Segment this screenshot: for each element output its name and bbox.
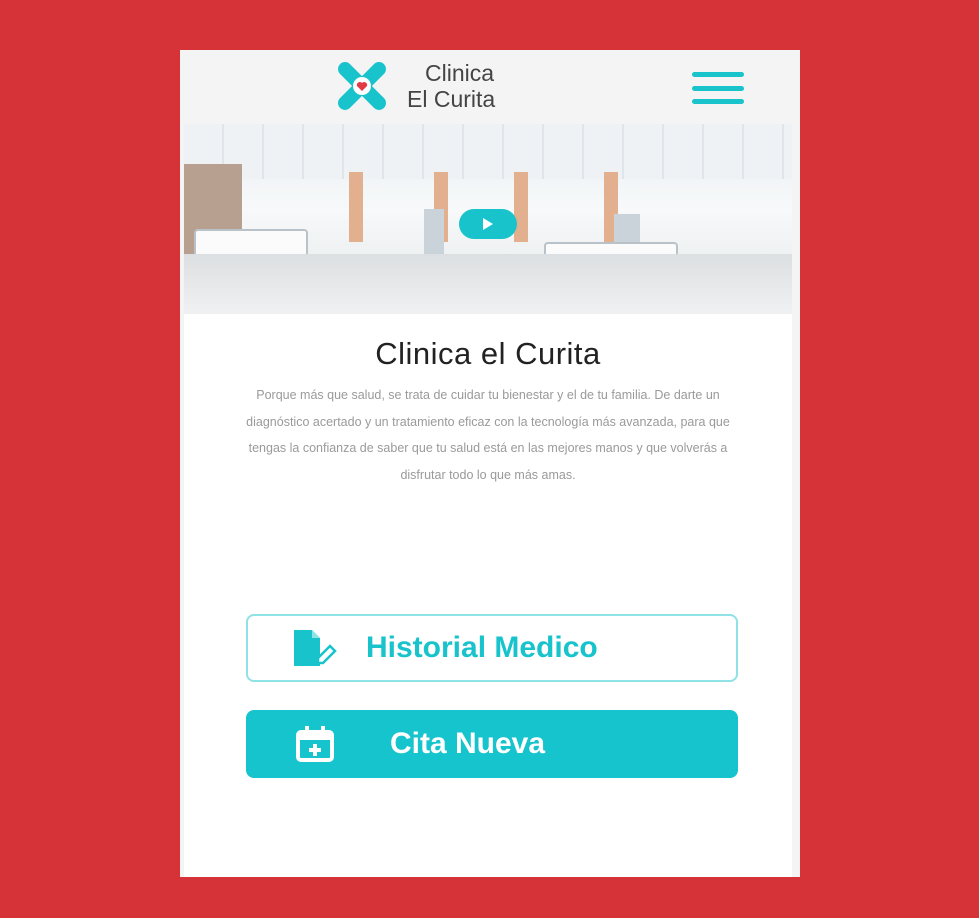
page-title: Clinica el Curita: [375, 336, 601, 371]
phone-frame: Clinica El Curita Clinica el Curita Porq…: [180, 50, 800, 877]
hero-video-thumbnail[interactable]: [184, 124, 792, 314]
app-header: Clinica El Curita: [180, 50, 800, 124]
play-icon[interactable]: [459, 209, 517, 239]
cross-heart-logo-icon: [338, 62, 386, 110]
medical-history-button[interactable]: Historial Medico: [246, 614, 738, 682]
calendar-add-icon: [296, 726, 334, 762]
logo-line-1: Clinica: [425, 60, 495, 86]
new-appointment-button[interactable]: Cita Nueva: [246, 710, 738, 778]
medical-history-label: Historial Medico: [366, 631, 598, 664]
logo[interactable]: Clinica El Curita: [325, 60, 495, 112]
logo-text: Clinica El Curita: [407, 60, 495, 112]
hero-floor: [184, 254, 792, 314]
page-description: Porque más que salud, se trata de cuidar…: [246, 388, 730, 482]
main-content: Clinica el Curita Porque más que salud, …: [184, 124, 792, 877]
hero-curtain: [349, 172, 363, 242]
hamburger-menu-icon[interactable]: [692, 72, 744, 104]
logo-line-2: El Curita: [407, 86, 496, 112]
hero-ceiling: [184, 124, 792, 179]
hero-curtain: [514, 172, 528, 242]
new-appointment-label: Cita Nueva: [390, 727, 546, 760]
medical-record-icon: [294, 630, 337, 666]
